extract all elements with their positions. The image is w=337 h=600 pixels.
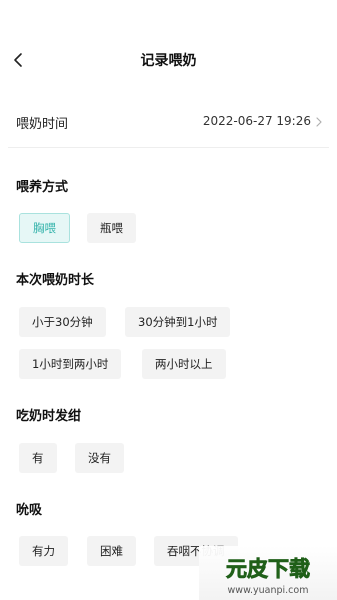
feeding-method-title: 喂养方式 — [16, 180, 69, 195]
option-cyanosis-no[interactable]: 没有 — [75, 443, 124, 473]
option-duration-1h-2h[interactable]: 1小时到两小时 — [19, 349, 122, 379]
option-sucking-strong[interactable]: 有力 — [19, 536, 68, 566]
feeding-time-label: 喂奶时间 — [16, 117, 69, 132]
option-breast-feeding[interactable]: 胸喂 — [19, 213, 70, 243]
sucking-title: 吮吸 — [16, 503, 43, 518]
option-cyanosis-yes[interactable]: 有 — [19, 443, 57, 473]
duration-title: 本次喂奶时长 — [16, 273, 95, 288]
cyanosis-title: 吃奶时发绀 — [16, 409, 82, 424]
feeding-time-value: 2022-06-27 19:26 — [202, 114, 311, 128]
watermark-logo: 元皮下载 www.yuanpi.com — [199, 546, 337, 600]
option-duration-over-2h[interactable]: 两小时以上 — [142, 349, 226, 379]
header-bar: 记录喂奶 — [0, 36, 337, 84]
option-duration-under-30min[interactable]: 小于30分钟 — [19, 307, 106, 337]
svg-text:www.yuanpi.com: www.yuanpi.com — [228, 585, 309, 596]
divider — [8, 147, 329, 148]
option-bottle-feeding[interactable]: 瓶喂 — [87, 213, 136, 243]
svg-text:元皮下载: 元皮下载 — [226, 557, 310, 581]
option-sucking-difficult[interactable]: 困难 — [87, 536, 136, 566]
chevron-right-icon — [316, 117, 322, 127]
feeding-time-row[interactable]: 喂奶时间 2022-06-27 19:26 — [0, 100, 337, 146]
option-duration-30min-1h[interactable]: 30分钟到1小时 — [125, 307, 231, 337]
page-title: 记录喂奶 — [140, 53, 197, 69]
